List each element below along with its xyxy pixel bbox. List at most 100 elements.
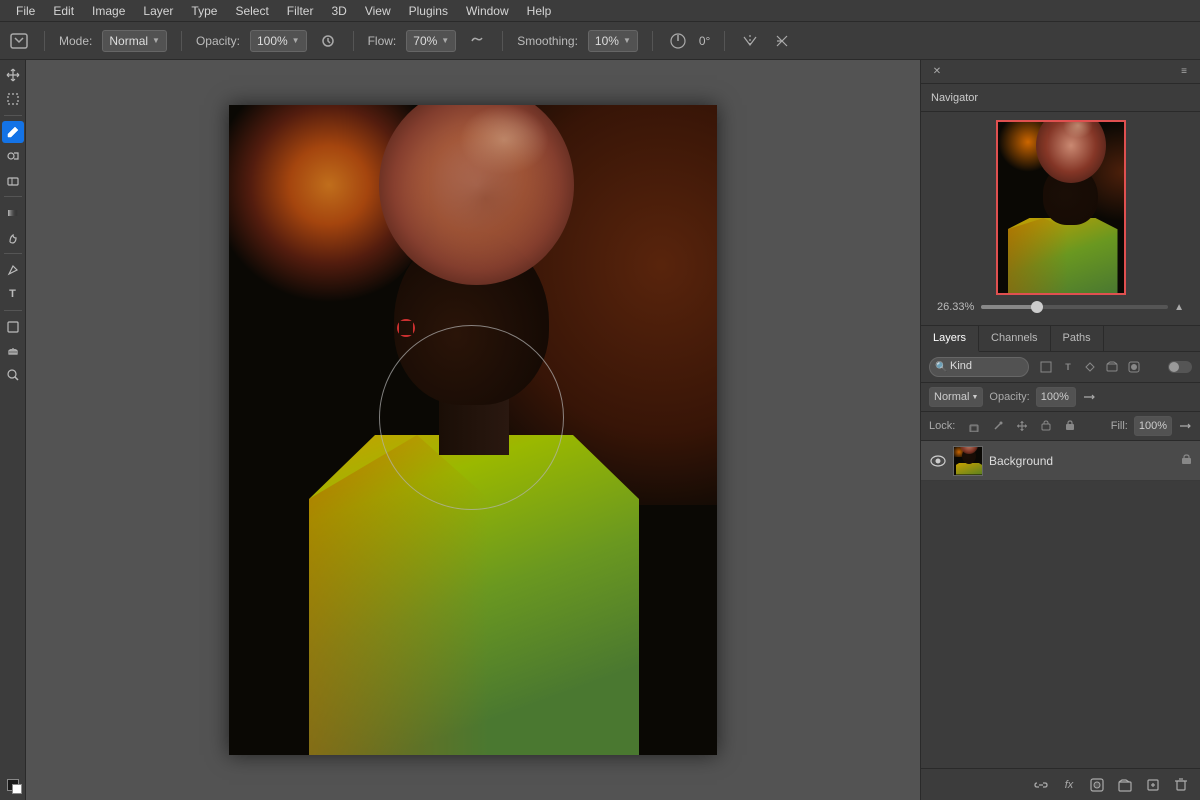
filter-type-btn[interactable]: T [1059, 358, 1077, 376]
opacity-dropdown[interactable]: 100% ▼ [250, 30, 307, 52]
extra-settings-btn[interactable] [771, 30, 793, 52]
filter-mask-btn[interactable] [1125, 358, 1143, 376]
layer-item-background[interactable]: Background [921, 441, 1200, 481]
lock-move-btn[interactable] [1013, 417, 1031, 435]
filter-toggle[interactable] [1168, 361, 1192, 373]
canvas-area[interactable] [26, 60, 920, 800]
angle-btn[interactable] [667, 30, 689, 52]
navigator-title: Navigator [921, 84, 1200, 112]
menu-view[interactable]: View [357, 2, 399, 20]
navigator-panel: Navigator 26.33% [921, 84, 1200, 326]
options-separator-4 [502, 31, 503, 51]
photo-canvas [229, 105, 717, 755]
symmetry-btn[interactable] [739, 30, 761, 52]
blend-mode-arrow: ▼ [971, 394, 978, 401]
fx-btn[interactable]: fx [1058, 774, 1080, 796]
blend-mode-dropdown[interactable]: Normal ▼ [929, 387, 983, 407]
panel-menu-btn[interactable]: ≡ [1176, 64, 1192, 80]
mode-value: Normal [109, 34, 148, 48]
lock-all-btn[interactable] [1061, 417, 1079, 435]
zoom-slider-fill [981, 305, 1037, 309]
pen-tool-btn[interactable] [2, 259, 24, 281]
panel-header: ✕ ≡ [921, 60, 1200, 84]
panel-collapse-btn[interactable]: ✕ [929, 64, 945, 80]
clone-tool-btn[interactable] [2, 145, 24, 167]
menu-edit[interactable]: Edit [45, 2, 82, 20]
menu-window[interactable]: Window [458, 2, 517, 20]
layer-thumbnail [953, 446, 983, 476]
hand-tool-btn[interactable] [2, 340, 24, 362]
brush-pressure-btn[interactable] [317, 30, 339, 52]
filter-smart-btn[interactable] [1081, 358, 1099, 376]
flow-dropdown[interactable]: 70% ▼ [406, 30, 456, 52]
menu-3d[interactable]: 3D [323, 2, 354, 20]
add-mask-btn[interactable] [1086, 774, 1108, 796]
zoom-in-icon[interactable]: ▲ [1174, 302, 1184, 313]
left-toolbar: T [0, 60, 26, 800]
menu-image[interactable]: Image [84, 2, 133, 20]
menu-bar: File Edit Image Layer Type Select Filter… [0, 0, 1200, 22]
tool-separator-3 [4, 253, 22, 254]
smoothing-arrow-icon: ▼ [623, 36, 631, 45]
zoom-slider[interactable] [981, 305, 1168, 309]
filter-pixel-btn[interactable] [1037, 358, 1055, 376]
move-tool-btn[interactable] [2, 64, 24, 86]
opacity-adjust-icon[interactable] [1082, 390, 1096, 404]
lock-paint-btn[interactable] [989, 417, 1007, 435]
tab-paths[interactable]: Paths [1051, 326, 1104, 351]
flow-label: Flow: [368, 34, 397, 48]
layers-lock-row: Lock: Fill: 100% [921, 412, 1200, 441]
flow-arrow-icon: ▼ [441, 36, 449, 45]
eraser-tool-btn[interactable] [2, 169, 24, 191]
lock-artboard-btn[interactable] [1037, 417, 1055, 435]
search-icon: 🔍 [935, 362, 947, 373]
photo-bg [229, 105, 717, 755]
filter-group-btn[interactable] [1103, 358, 1121, 376]
filter-icons: T [1037, 358, 1143, 376]
nav-jacket-warm [1008, 218, 1068, 293]
tab-channels[interactable]: Channels [979, 326, 1050, 351]
navigator-thumbnail[interactable] [996, 120, 1126, 295]
select-tool-btn[interactable] [2, 88, 24, 110]
earring [397, 319, 415, 337]
mode-dropdown[interactable]: Normal ▼ [102, 30, 167, 52]
fill-value: 100% [1139, 420, 1167, 432]
foreground-color-btn[interactable] [2, 774, 24, 796]
layer-visibility-btn[interactable] [929, 452, 947, 470]
link-layers-btn[interactable] [1030, 774, 1052, 796]
new-layer-btn[interactable] [1142, 774, 1164, 796]
gradient-tool-btn[interactable] [2, 202, 24, 224]
menu-help[interactable]: Help [519, 2, 560, 20]
menu-type[interactable]: Type [183, 2, 225, 20]
tab-layers[interactable]: Layers [921, 326, 979, 352]
shape-tool-btn[interactable] [2, 316, 24, 338]
fill-adjust-icon[interactable] [1178, 419, 1192, 433]
mode-arrow-icon: ▼ [152, 36, 160, 45]
new-group-btn[interactable] [1114, 774, 1136, 796]
nav-thumb-photo [998, 122, 1124, 293]
zoom-slider-thumb[interactable] [1031, 301, 1043, 313]
opacity-value-box[interactable]: 100% [1036, 387, 1076, 407]
brush-tool-btn[interactable] [2, 121, 24, 143]
airbrush-btn[interactable] [466, 30, 488, 52]
menu-filter[interactable]: Filter [279, 2, 322, 20]
layers-empty-space [921, 481, 1200, 768]
burn-tool-btn[interactable] [2, 226, 24, 248]
fill-value-box[interactable]: 100% [1134, 416, 1172, 436]
menu-file[interactable]: File [8, 2, 43, 20]
fill-label: Fill: [1111, 420, 1128, 432]
smoothing-label: Smoothing: [517, 34, 578, 48]
smoothing-dropdown[interactable]: 10% ▼ [588, 30, 638, 52]
lock-pixels-btn[interactable] [965, 417, 983, 435]
tool-separator-1 [4, 115, 22, 116]
menu-select[interactable]: Select [227, 2, 276, 20]
hair-shadow [389, 105, 564, 275]
text-tool-btn[interactable]: T [2, 283, 24, 305]
layer-name-background: Background [989, 454, 1053, 468]
delete-layer-btn[interactable] [1170, 774, 1192, 796]
menu-layer[interactable]: Layer [135, 2, 181, 20]
menu-plugins[interactable]: Plugins [401, 2, 456, 20]
tool-preset-icon [8, 30, 30, 52]
zoom-tool-btn[interactable] [2, 364, 24, 386]
tool-separator-2 [4, 196, 22, 197]
